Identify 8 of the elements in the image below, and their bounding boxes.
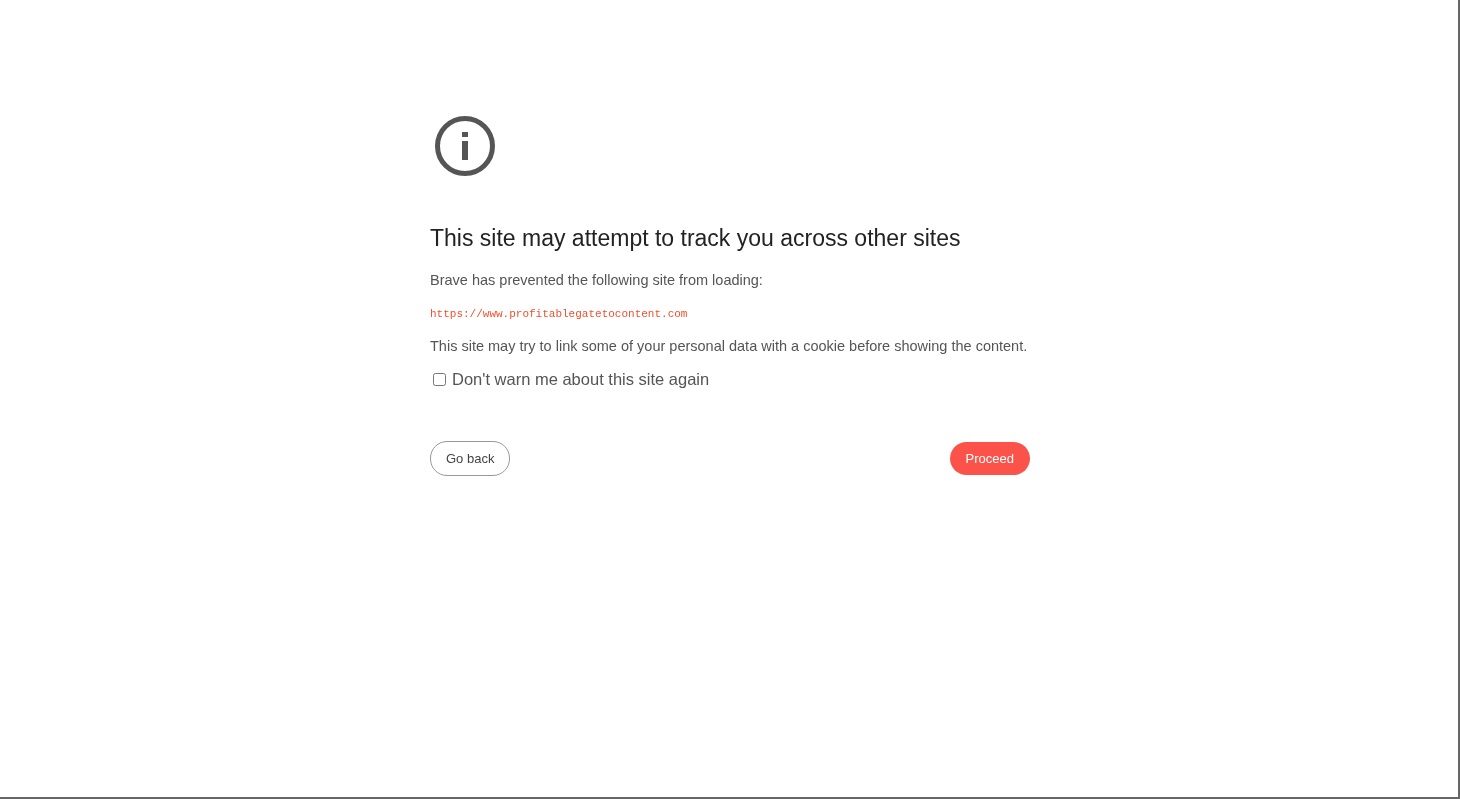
warning-title: This site may attempt to track you across other sites (430, 225, 961, 252)
info-icon (434, 115, 496, 177)
dont-warn-label: Don't warn me about this site again (452, 370, 710, 389)
intro-text: Brave has prevented the following site from loading: (430, 271, 763, 290)
explanation-text: This site may try to link some of your personal data with a cookie before showing the content. (430, 337, 1028, 356)
dont-warn-checkbox[interactable] (433, 373, 446, 386)
blocked-url: https://www.profitablegatetocontent.com (430, 308, 688, 320)
go-back-button[interactable]: Go back (430, 441, 511, 476)
